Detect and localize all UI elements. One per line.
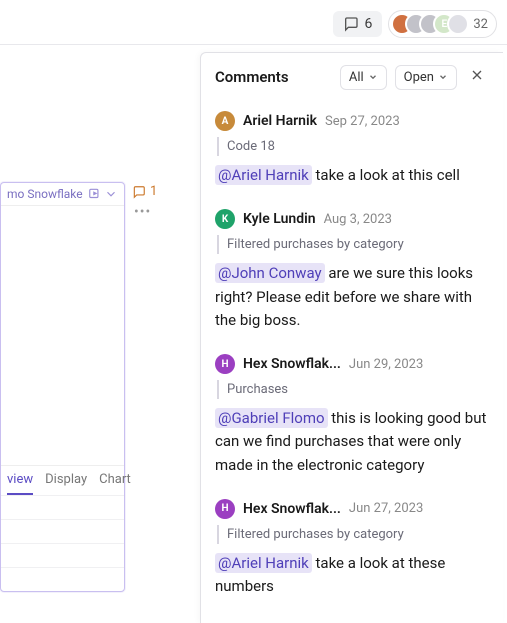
state-dropdown[interactable]: Open (395, 65, 457, 90)
close-icon (469, 67, 485, 83)
table-row[interactable] (1, 519, 124, 543)
cell-comment-indicator[interactable]: 1 (132, 184, 157, 199)
comment-author: Ariel Harnik (243, 113, 317, 129)
comment-date: Sep 27, 2023 (325, 114, 400, 129)
panel-title: Comments (215, 68, 332, 86)
cell-body (1, 205, 124, 465)
comment-context[interactable]: Code 18 (217, 137, 489, 156)
comment-body: @Ariel Harnik take a look at this cell (215, 164, 489, 187)
viewer-count: 32 (473, 17, 488, 32)
cell-title: mo Snowflake (7, 187, 83, 201)
cell-run-controls[interactable] (88, 187, 118, 201)
comment-context[interactable]: Purchases (217, 380, 489, 399)
comment-author: Hex Snowflak... (243, 356, 341, 372)
viewer-avatar (447, 13, 469, 35)
comment-body: @Gabriel Flomo this is looking good but … (215, 407, 489, 477)
avatar: H (215, 354, 235, 374)
filter-label: All (349, 70, 364, 85)
chevron-down-icon (104, 187, 118, 201)
comment-icon (343, 16, 359, 32)
table-row[interactable] (1, 543, 124, 567)
tab-chart[interactable]: Chart (99, 472, 131, 495)
comments-panel-header: Comments All Open (201, 53, 503, 101)
mention[interactable]: @Ariel Harnik (215, 165, 312, 185)
output-table (1, 495, 124, 591)
state-label: Open (404, 70, 434, 85)
comment-item[interactable]: A Ariel Harnik Sep 27, 2023 Code 18 @Ariel H… (215, 105, 499, 203)
comment-date: Jun 27, 2023 (349, 501, 423, 516)
comment-count-value: 6 (365, 16, 373, 32)
table-row[interactable] (1, 495, 124, 519)
avatar: H (215, 499, 235, 519)
header-comment-count[interactable]: 6 (333, 11, 383, 37)
avatar: A (215, 111, 235, 131)
cell-more-button[interactable]: ••• (134, 204, 151, 220)
comment-author: Kyle Lundin (243, 211, 316, 227)
comment-date: Aug 3, 2023 (324, 212, 392, 227)
comment-item[interactable]: H Hex Snowflak... Jun 29, 2023 Purchases @Ga… (215, 348, 499, 493)
header-divider (0, 44, 507, 45)
mention[interactable]: @Ariel Harnik (215, 553, 312, 573)
comment-icon (132, 185, 146, 199)
chevron-down-icon (368, 72, 378, 82)
comment-context[interactable]: Filtered purchases by category (217, 235, 489, 254)
comment-author: Hex Snowflak... (243, 501, 341, 517)
chevron-down-icon (438, 72, 448, 82)
comment-date: Jun 29, 2023 (349, 357, 423, 372)
mention[interactable]: @John Conway (215, 263, 325, 283)
tab-display[interactable]: Display (45, 472, 87, 495)
table-row[interactable] (1, 567, 124, 591)
comment-item[interactable]: K Kyle Lundin Aug 3, 2023 Filtered purchase… (215, 203, 499, 348)
comment-body: @Ariel Harnik take a look at these numbe… (215, 552, 489, 599)
cell-comment-count: 1 (150, 184, 157, 199)
mention[interactable]: @Gabriel Flomo (215, 408, 328, 428)
run-icon (88, 187, 102, 201)
comment-context[interactable]: Filtered purchases by category (217, 525, 489, 544)
comment-item[interactable]: H Hex Snowflak... Jun 27, 2023 Filtered pur… (215, 493, 499, 615)
cell-output-tabs: view Display Chart (1, 465, 124, 495)
comments-panel: Comments All Open A Ariel Harnik Sep 27, 2… (200, 52, 503, 623)
viewer-avatar-stack[interactable]: E 32 (388, 10, 497, 38)
close-panel-button[interactable] (465, 63, 489, 91)
comment-body: @John Conway are we sure this looks righ… (215, 262, 489, 332)
notebook-cell[interactable]: mo Snowflake view Display Chart (0, 182, 125, 592)
tab-view[interactable]: view (7, 472, 33, 495)
filter-dropdown[interactable]: All (340, 65, 387, 90)
avatar: K (215, 209, 235, 229)
comments-list: A Ariel Harnik Sep 27, 2023 Code 18 @Ariel H… (201, 101, 503, 623)
